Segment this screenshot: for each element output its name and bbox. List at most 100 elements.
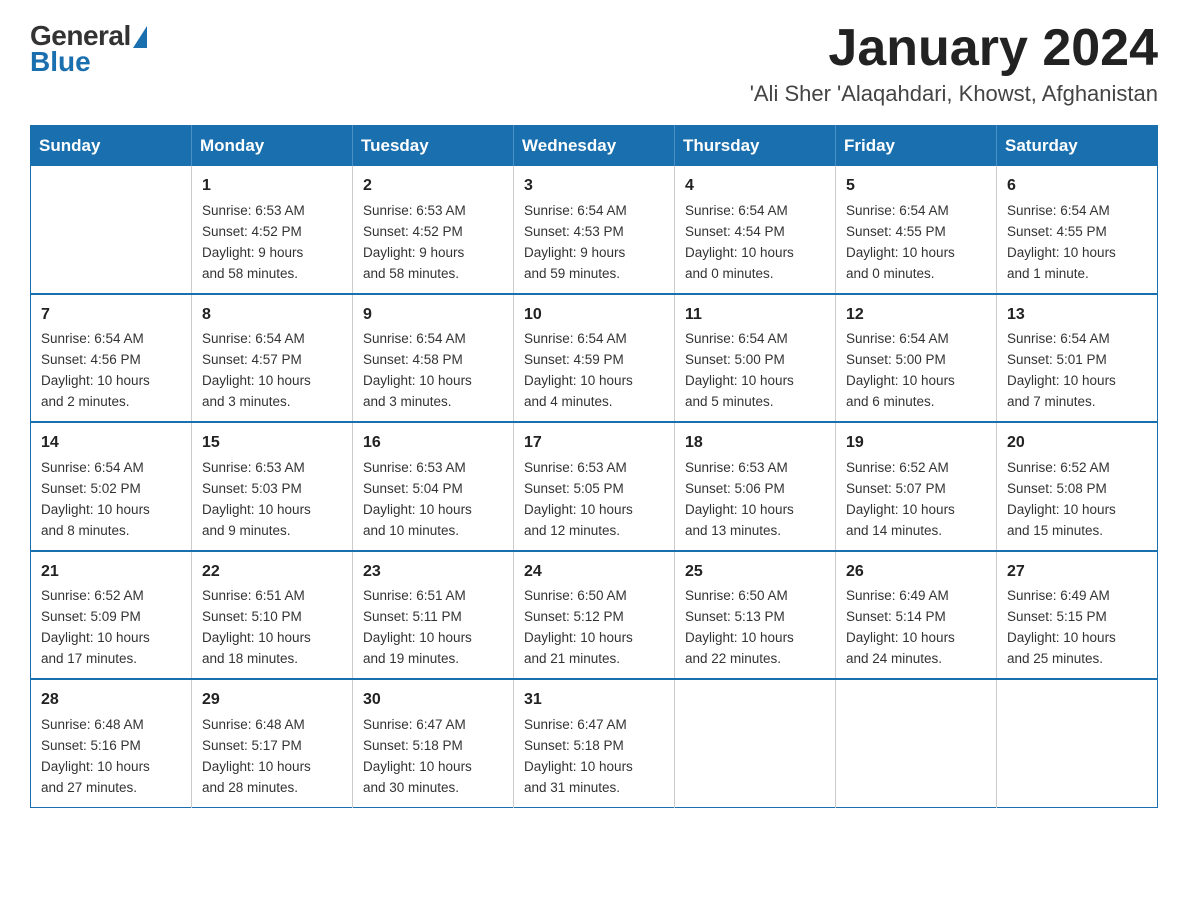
calendar-header-saturday: Saturday bbox=[997, 126, 1158, 167]
calendar-header-row: SundayMondayTuesdayWednesdayThursdayFrid… bbox=[31, 126, 1158, 167]
day-info-line: Sunset: 4:55 PM bbox=[846, 222, 986, 243]
day-info-line: and 13 minutes. bbox=[685, 521, 825, 542]
day-info-line: Daylight: 10 hours bbox=[41, 500, 181, 521]
day-info-line: Daylight: 10 hours bbox=[524, 757, 664, 778]
day-info-line: Sunrise: 6:54 AM bbox=[685, 201, 825, 222]
day-info-line: Daylight: 10 hours bbox=[41, 371, 181, 392]
day-number: 23 bbox=[363, 560, 503, 585]
calendar-header-thursday: Thursday bbox=[675, 126, 836, 167]
day-info-line: Sunrise: 6:47 AM bbox=[363, 715, 503, 736]
day-info-line: and 6 minutes. bbox=[846, 392, 986, 413]
day-info-line: Daylight: 9 hours bbox=[202, 243, 342, 264]
day-info-line: Sunset: 4:53 PM bbox=[524, 222, 664, 243]
calendar-header-friday: Friday bbox=[836, 126, 997, 167]
day-number: 25 bbox=[685, 560, 825, 585]
day-info-line: and 2 minutes. bbox=[41, 392, 181, 413]
calendar-cell: 14Sunrise: 6:54 AMSunset: 5:02 PMDayligh… bbox=[31, 422, 192, 550]
calendar-cell: 23Sunrise: 6:51 AMSunset: 5:11 PMDayligh… bbox=[353, 551, 514, 679]
day-info-line: Sunset: 4:59 PM bbox=[524, 350, 664, 371]
day-info-line: Sunset: 5:14 PM bbox=[846, 607, 986, 628]
day-number: 19 bbox=[846, 431, 986, 456]
day-info-line: and 24 minutes. bbox=[846, 649, 986, 670]
calendar-cell: 2Sunrise: 6:53 AMSunset: 4:52 PMDaylight… bbox=[353, 166, 514, 293]
page-header: General Blue January 2024 'Ali Sher 'Ala… bbox=[30, 20, 1158, 107]
title-area: January 2024 'Ali Sher 'Alaqahdari, Khow… bbox=[750, 20, 1158, 107]
calendar-cell: 20Sunrise: 6:52 AMSunset: 5:08 PMDayligh… bbox=[997, 422, 1158, 550]
calendar-cell: 12Sunrise: 6:54 AMSunset: 5:00 PMDayligh… bbox=[836, 294, 997, 422]
day-info-line: Sunset: 5:06 PM bbox=[685, 479, 825, 500]
day-info-line: Sunset: 5:01 PM bbox=[1007, 350, 1147, 371]
day-number: 11 bbox=[685, 303, 825, 328]
calendar-week-row: 14Sunrise: 6:54 AMSunset: 5:02 PMDayligh… bbox=[31, 422, 1158, 550]
day-info-line: and 31 minutes. bbox=[524, 778, 664, 799]
day-info-line: and 3 minutes. bbox=[363, 392, 503, 413]
day-info-line: Sunset: 5:08 PM bbox=[1007, 479, 1147, 500]
calendar-cell: 13Sunrise: 6:54 AMSunset: 5:01 PMDayligh… bbox=[997, 294, 1158, 422]
day-info-line: and 8 minutes. bbox=[41, 521, 181, 542]
day-number: 16 bbox=[363, 431, 503, 456]
day-info-line: Sunrise: 6:53 AM bbox=[524, 458, 664, 479]
day-info-line: Daylight: 10 hours bbox=[1007, 371, 1147, 392]
calendar-header-monday: Monday bbox=[192, 126, 353, 167]
calendar-cell: 29Sunrise: 6:48 AMSunset: 5:17 PMDayligh… bbox=[192, 679, 353, 807]
month-title: January 2024 bbox=[750, 20, 1158, 77]
day-info-line: Sunrise: 6:48 AM bbox=[41, 715, 181, 736]
day-number: 21 bbox=[41, 560, 181, 585]
day-info-line: and 21 minutes. bbox=[524, 649, 664, 670]
day-info-line: and 19 minutes. bbox=[363, 649, 503, 670]
day-info-line: Sunrise: 6:50 AM bbox=[524, 586, 664, 607]
day-info-line: Sunset: 5:04 PM bbox=[363, 479, 503, 500]
day-info-line: and 27 minutes. bbox=[41, 778, 181, 799]
day-info-line: and 7 minutes. bbox=[1007, 392, 1147, 413]
day-number: 15 bbox=[202, 431, 342, 456]
calendar-cell: 3Sunrise: 6:54 AMSunset: 4:53 PMDaylight… bbox=[514, 166, 675, 293]
day-number: 12 bbox=[846, 303, 986, 328]
day-number: 8 bbox=[202, 303, 342, 328]
calendar-cell: 17Sunrise: 6:53 AMSunset: 5:05 PMDayligh… bbox=[514, 422, 675, 550]
day-info-line: and 25 minutes. bbox=[1007, 649, 1147, 670]
day-info-line: Sunset: 5:15 PM bbox=[1007, 607, 1147, 628]
day-info-line: Sunrise: 6:54 AM bbox=[524, 329, 664, 350]
day-info-line: Sunset: 5:03 PM bbox=[202, 479, 342, 500]
day-info-line: Sunrise: 6:53 AM bbox=[363, 458, 503, 479]
day-info-line: and 9 minutes. bbox=[202, 521, 342, 542]
day-number: 31 bbox=[524, 688, 664, 713]
day-number: 20 bbox=[1007, 431, 1147, 456]
day-number: 9 bbox=[363, 303, 503, 328]
day-number: 22 bbox=[202, 560, 342, 585]
day-info-line: Sunrise: 6:54 AM bbox=[363, 329, 503, 350]
day-info-line: Sunrise: 6:54 AM bbox=[1007, 329, 1147, 350]
calendar-week-row: 7Sunrise: 6:54 AMSunset: 4:56 PMDaylight… bbox=[31, 294, 1158, 422]
day-info-line: and 30 minutes. bbox=[363, 778, 503, 799]
calendar-cell bbox=[997, 679, 1158, 807]
day-info-line: Sunrise: 6:54 AM bbox=[846, 201, 986, 222]
day-info-line: Sunset: 4:52 PM bbox=[363, 222, 503, 243]
calendar-cell: 28Sunrise: 6:48 AMSunset: 5:16 PMDayligh… bbox=[31, 679, 192, 807]
day-number: 7 bbox=[41, 303, 181, 328]
day-info-line: Sunrise: 6:51 AM bbox=[202, 586, 342, 607]
calendar-cell: 19Sunrise: 6:52 AMSunset: 5:07 PMDayligh… bbox=[836, 422, 997, 550]
day-info-line: Sunset: 4:55 PM bbox=[1007, 222, 1147, 243]
calendar-cell: 4Sunrise: 6:54 AMSunset: 4:54 PMDaylight… bbox=[675, 166, 836, 293]
calendar-cell: 21Sunrise: 6:52 AMSunset: 5:09 PMDayligh… bbox=[31, 551, 192, 679]
day-info-line: and 58 minutes. bbox=[363, 264, 503, 285]
calendar-cell: 31Sunrise: 6:47 AMSunset: 5:18 PMDayligh… bbox=[514, 679, 675, 807]
location-title: 'Ali Sher 'Alaqahdari, Khowst, Afghanist… bbox=[750, 81, 1158, 107]
day-info-line: and 4 minutes. bbox=[524, 392, 664, 413]
day-info-line: Daylight: 10 hours bbox=[685, 371, 825, 392]
day-info-line: Daylight: 10 hours bbox=[685, 500, 825, 521]
day-info-line: Sunrise: 6:54 AM bbox=[1007, 201, 1147, 222]
day-info-line: and 15 minutes. bbox=[1007, 521, 1147, 542]
day-number: 17 bbox=[524, 431, 664, 456]
calendar-week-row: 1Sunrise: 6:53 AMSunset: 4:52 PMDaylight… bbox=[31, 166, 1158, 293]
day-info-line: Daylight: 10 hours bbox=[363, 500, 503, 521]
day-info-line: Daylight: 10 hours bbox=[202, 757, 342, 778]
day-info-line: Daylight: 10 hours bbox=[524, 500, 664, 521]
calendar-cell: 6Sunrise: 6:54 AMSunset: 4:55 PMDaylight… bbox=[997, 166, 1158, 293]
day-info-line: and 3 minutes. bbox=[202, 392, 342, 413]
day-number: 10 bbox=[524, 303, 664, 328]
day-info-line: and 5 minutes. bbox=[685, 392, 825, 413]
calendar-week-row: 28Sunrise: 6:48 AMSunset: 5:16 PMDayligh… bbox=[31, 679, 1158, 807]
day-info-line: Sunset: 5:00 PM bbox=[846, 350, 986, 371]
calendar-header-sunday: Sunday bbox=[31, 126, 192, 167]
